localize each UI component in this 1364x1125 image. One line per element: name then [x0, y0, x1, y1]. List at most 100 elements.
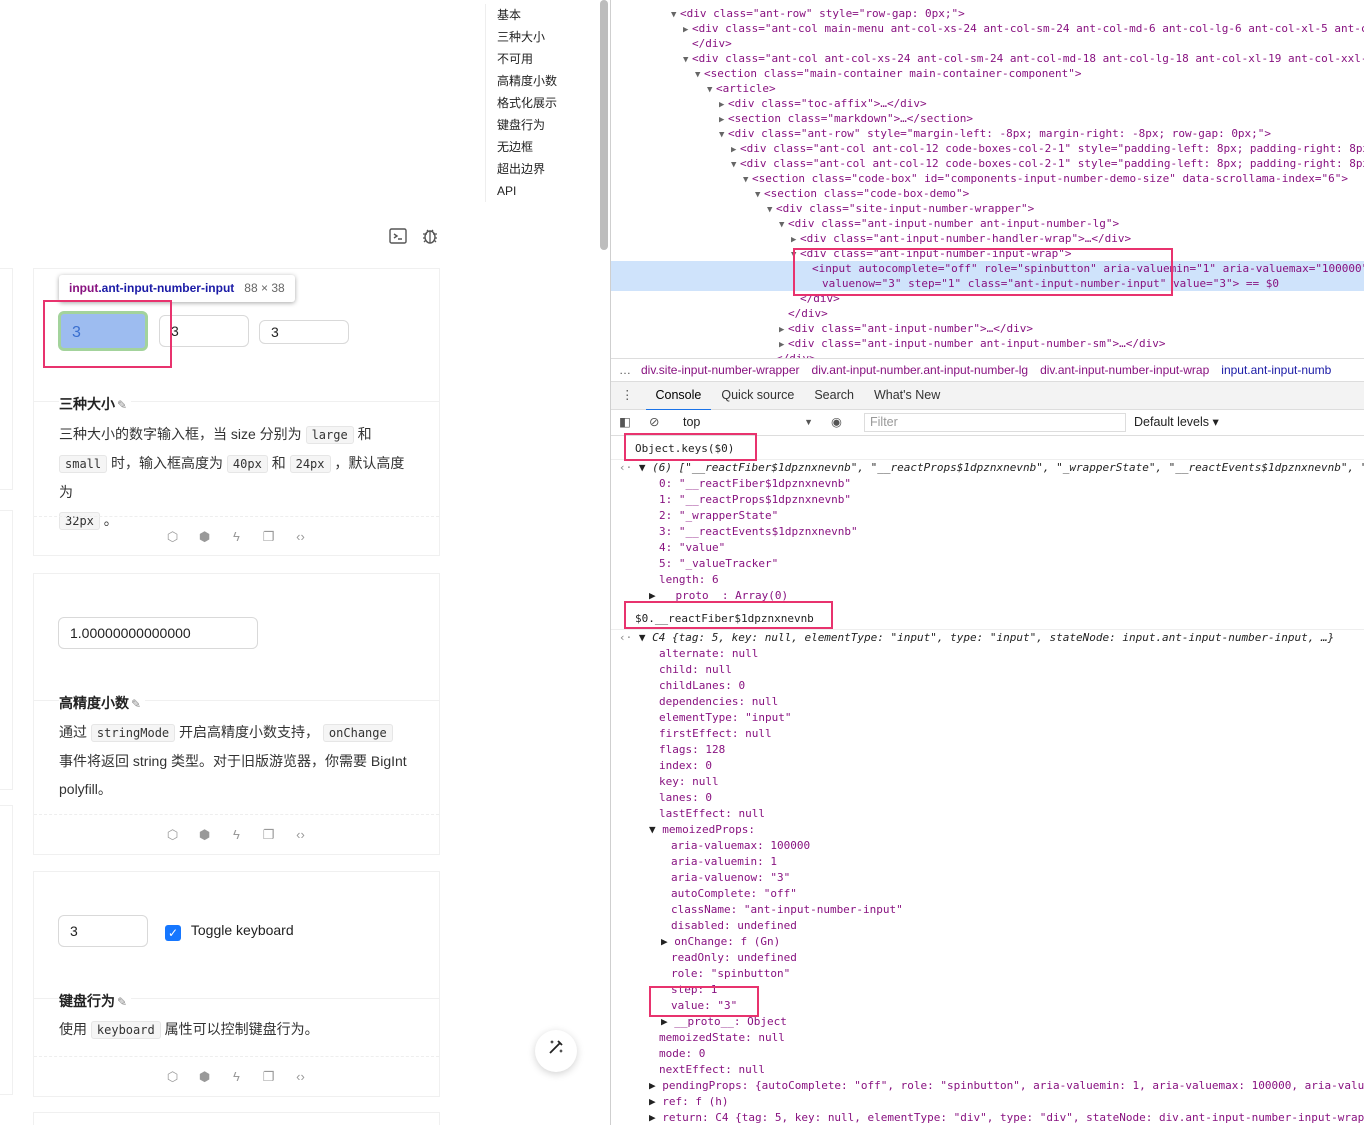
dom-node[interactable]: ▼ <article>: [611, 81, 1364, 96]
expand-arrow-icon[interactable]: ▼: [755, 188, 764, 203]
devtools-panel: ▼ <div class="ant-row" style="row-gap: 0p…: [610, 0, 1364, 1125]
expand-arrow-icon[interactable]: ▼: [695, 68, 704, 83]
expand-arrow-icon[interactable]: ▼: [707, 83, 716, 98]
console-line: child: null: [659, 663, 732, 676]
toc-item[interactable]: 无边框: [486, 136, 595, 158]
dom-node[interactable]: ▼ <section class="code-box" id="component…: [611, 171, 1364, 186]
keyboard-checkbox[interactable]: ✓ Toggle keyboard: [165, 922, 294, 941]
code-expand-icon[interactable]: ‹›: [285, 1057, 317, 1097]
dom-node[interactable]: ▼ <div class="site-input-number-wrapper">: [611, 201, 1364, 216]
code-expand-icon[interactable]: ‹›: [285, 517, 317, 557]
levels-dropdown[interactable]: Default levels ▾: [1134, 410, 1219, 435]
console-line: dependencies: null: [659, 695, 779, 708]
breadcrumb-item[interactable]: div.site-input-number-wrapper: [641, 363, 800, 377]
docs-page: 基本 三种大小 不可用 高精度小数 格式化展示 键盘行为 无边框 超出边界 API 3 3 3 …: [0, 0, 605, 1125]
dom-node[interactable]: ▼ <section class="main-container main-con…: [611, 66, 1364, 81]
dom-node[interactable]: ▼ <div class="ant-row" style="row-gap: 0p…: [611, 6, 1364, 21]
console-line: nextEffect: null: [659, 1063, 765, 1076]
console-line: firstEffect: null: [659, 727, 772, 740]
dom-node[interactable]: </div>: [611, 36, 1364, 51]
expand-arrow-icon[interactable]: ▼: [743, 173, 752, 188]
toc-item[interactable]: 三种大小: [486, 26, 595, 48]
bug-icon[interactable]: [420, 226, 440, 246]
kebab-menu-icon[interactable]: ⋮: [611, 382, 646, 409]
expand-arrow-icon[interactable]: ▼: [719, 128, 728, 143]
console-line: 1: "__reactProps$1dpznxnevnb": [659, 493, 852, 506]
console-filter-input[interactable]: Filter: [864, 413, 1126, 432]
toc-item[interactable]: 超出边界: [486, 158, 595, 180]
dom-node[interactable]: ▼ <div class="ant-row" style="margin-left…: [611, 126, 1364, 141]
annotation-box: [43, 300, 172, 368]
dom-node[interactable]: ▼ <section class="code-box-demo">: [611, 186, 1364, 201]
dom-node[interactable]: ▶ <div class="ant-col ant-col-12 code-box…: [611, 141, 1364, 156]
dom-node[interactable]: ▼ <div class="ant-input-number ant-input-…: [611, 216, 1364, 231]
console-line: aria-valuemin: 1: [671, 855, 777, 868]
drawer-tab[interactable]: What's New: [864, 382, 950, 409]
dom-node[interactable]: ▶ <section class="markdown">…</section>: [611, 111, 1364, 126]
dom-node[interactable]: ▶ <div class="ant-col main-menu ant-col-x…: [611, 21, 1364, 36]
section-title: 高精度小数 ✎: [59, 693, 146, 713]
code-expand-icon[interactable]: ‹›: [285, 815, 317, 855]
small-number-input[interactable]: 3: [259, 320, 349, 344]
sidebar-toggle-icon[interactable]: ◧: [619, 410, 631, 435]
clear-console-icon[interactable]: ⊘: [649, 410, 659, 435]
dom-node[interactable]: ▶ <div class="ant-input-number">…</div>: [611, 321, 1364, 336]
dom-node[interactable]: </div>: [611, 306, 1364, 321]
codesandbox-icon[interactable]: ⬡: [157, 517, 189, 557]
console-line: elementType: "input": [659, 711, 792, 724]
toc-item[interactable]: API: [486, 180, 595, 202]
toc-menu: 基本 三种大小 不可用 高精度小数 格式化展示 键盘行为 无边框 超出边界 API: [485, 4, 595, 202]
toc-item[interactable]: 基本: [486, 4, 595, 26]
console-line: autoComplete: "off": [671, 887, 797, 900]
page-scrollbar[interactable]: [600, 0, 608, 250]
console-line: aria-valuenow: "3": [671, 871, 791, 884]
console-line: flags: 128: [659, 743, 726, 756]
dom-node[interactable]: ▼ <div class="ant-col ant-col-12 code-box…: [611, 156, 1364, 171]
drawer-tab[interactable]: Search: [804, 382, 864, 409]
breadcrumb-item[interactable]: div.ant-input-number.ant-input-number-lg: [812, 363, 1029, 377]
codepen-icon[interactable]: ⬢: [189, 815, 221, 855]
codepen-icon[interactable]: ⬢: [189, 517, 221, 557]
edit-icon[interactable]: ✎: [117, 995, 127, 1009]
expand-arrow-icon[interactable]: ▼: [683, 53, 692, 68]
magic-wand-button[interactable]: [535, 1030, 577, 1072]
codesandbox-icon[interactable]: ⬡: [157, 815, 189, 855]
expand-arrow-icon[interactable]: ▼: [731, 158, 740, 173]
toc-item[interactable]: 格式化展示: [486, 92, 595, 114]
lightning-icon[interactable]: ϟ: [221, 1057, 253, 1097]
keyboard-number-input[interactable]: 3: [58, 915, 148, 947]
lightning-icon[interactable]: ϟ: [221, 517, 253, 557]
copy-icon[interactable]: ❐: [253, 1057, 285, 1097]
middle-number-input[interactable]: 3: [159, 315, 249, 347]
eye-icon[interactable]: ◉: [831, 410, 842, 435]
console-line: disabled: undefined: [671, 919, 797, 932]
expand-arrow-icon[interactable]: ▼: [767, 203, 776, 218]
expand-arrow-icon[interactable]: ▼: [671, 8, 680, 23]
copy-icon[interactable]: ❐: [253, 517, 285, 557]
drawer-tabs: ⋮ Console Quick source Search What's New: [611, 382, 1364, 411]
codepen-icon[interactable]: ⬢: [189, 1057, 221, 1097]
toc-item[interactable]: 不可用: [486, 48, 595, 70]
context-selector[interactable]: top ▼: [683, 410, 813, 435]
breadcrumb-item[interactable]: input.ant-input-numb: [1221, 363, 1331, 377]
lightning-icon[interactable]: ϟ: [221, 815, 253, 855]
codesandbox-icon[interactable]: ⬡: [157, 1057, 189, 1097]
precision-number-input[interactable]: 1.00000000000000: [58, 617, 258, 649]
dom-node[interactable]: ▶ <div class="ant-input-number-handler-wr…: [611, 231, 1364, 246]
toc-item[interactable]: 键盘行为: [486, 114, 595, 136]
section-description: 使用 keyboard 属性可以控制键盘行为。: [59, 1021, 319, 1039]
dom-node[interactable]: </div>: [611, 351, 1364, 358]
copy-icon[interactable]: ❐: [253, 815, 285, 855]
drawer-tab[interactable]: Quick source: [711, 382, 804, 409]
toc-item[interactable]: 高精度小数: [486, 70, 595, 92]
drawer-tab[interactable]: Console: [645, 382, 712, 411]
terminal-icon[interactable]: [388, 226, 408, 246]
breadcrumb-item[interactable]: div.ant-input-number-input-wrap: [1040, 363, 1209, 377]
dom-node[interactable]: ▼ <div class="ant-col ant-col-xs-24 ant-c…: [611, 51, 1364, 66]
code-actions: ⬡ ⬢ ϟ ❐ ‹›: [34, 814, 439, 854]
edit-icon[interactable]: ✎: [131, 697, 141, 711]
edit-icon[interactable]: ✎: [117, 398, 127, 412]
dom-node[interactable]: ▶ <div class="toc-affix">…</div>: [611, 96, 1364, 111]
dom-node[interactable]: ▶ <div class="ant-input-number ant-input-…: [611, 336, 1364, 351]
expand-arrow-icon[interactable]: ▼: [779, 218, 788, 233]
